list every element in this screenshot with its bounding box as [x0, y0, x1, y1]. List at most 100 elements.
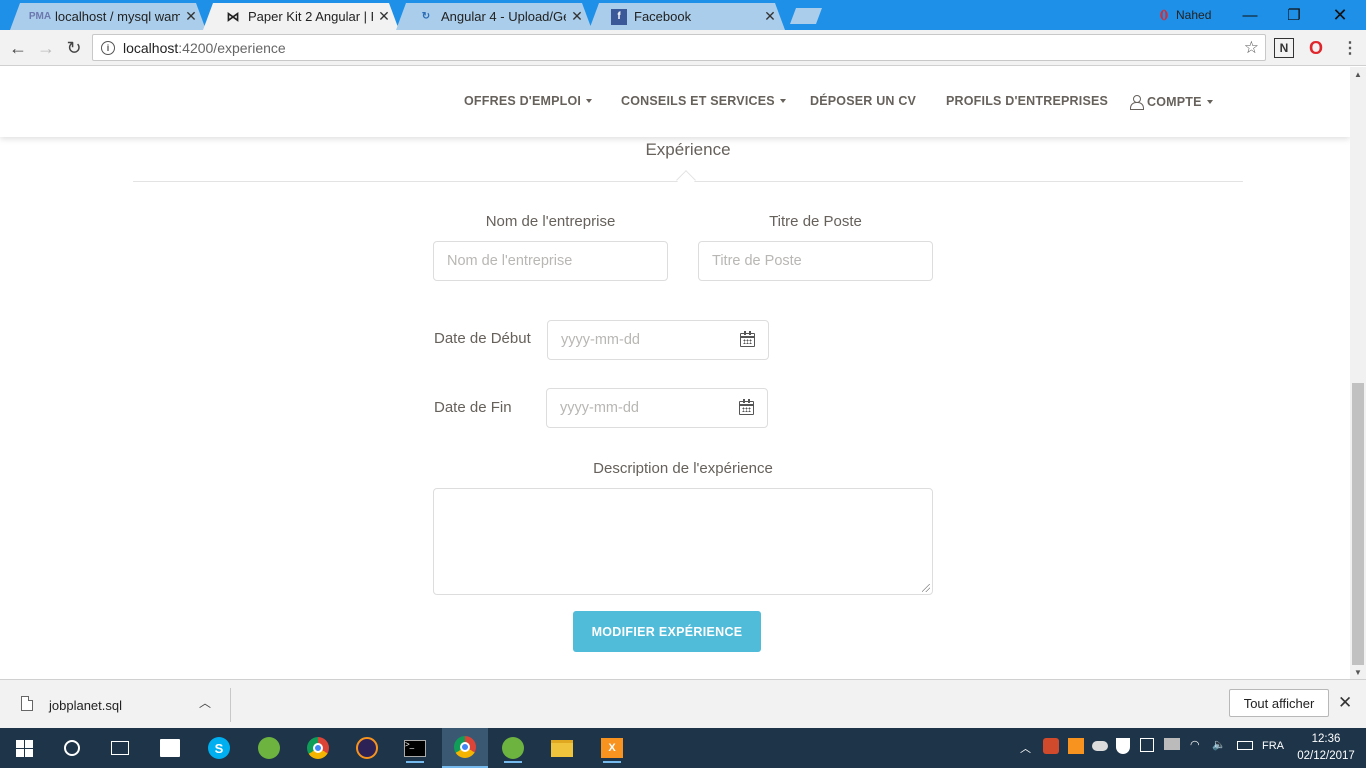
download-file-name[interactable]: jobplanet.sql — [49, 698, 122, 713]
scroll-down-icon[interactable]: ▼ — [1350, 665, 1366, 679]
caret-down-icon — [779, 98, 786, 103]
nav-label: COMPTE — [1147, 95, 1202, 109]
close-shelf-icon[interactable]: ✕ — [1338, 693, 1352, 713]
windows-start-icon[interactable] — [9, 733, 39, 763]
job-title-label: Titre de Poste — [769, 213, 862, 230]
nav-label: PROFILS D'ENTREPRISES — [946, 94, 1109, 108]
job-title-input[interactable]: Titre de Poste — [698, 241, 933, 281]
company-input[interactable]: Nom de l'entreprise — [433, 241, 668, 281]
tab-title: Angular 4 - Upload/Get I — [441, 9, 564, 24]
shield-icon[interactable] — [1116, 738, 1130, 754]
nav-conseils-services[interactable]: CONSEILS ET SERVICES — [621, 94, 786, 108]
divider-notch — [676, 170, 696, 190]
task-view-icon[interactable] — [105, 733, 135, 763]
monitor-icon[interactable] — [1164, 738, 1180, 750]
nav-compte[interactable]: COMPTE — [1130, 94, 1213, 110]
browser-toolbar: ← → ↻ i localhost:4200/experience ☆ N O … — [0, 30, 1366, 66]
visual-studio-icon[interactable]: X — [597, 733, 627, 763]
browser-tabstrip: PMA localhost / mysql wamps ✕ ⋈ Paper Ki… — [0, 0, 1366, 30]
skype-icon[interactable]: S — [204, 733, 234, 763]
modifier-experience-button[interactable]: MODIFIER EXPÉRIENCE — [573, 611, 761, 652]
nav-profils-entreprises[interactable]: PROFILS D'ENTREPRISES — [946, 94, 1108, 108]
chrome-active-icon[interactable] — [442, 728, 488, 768]
chrome-icon[interactable] — [303, 733, 333, 763]
forward-button[interactable]: → — [34, 36, 58, 60]
end-date-placeholder: yyyy-mm-dd — [560, 400, 639, 416]
close-icon[interactable]: ✕ — [570, 8, 584, 25]
nav-label: CONSEILS ET SERVICES — [621, 94, 775, 108]
page-scrollbar[interactable]: ▲ ▼ — [1350, 67, 1366, 679]
close-icon[interactable]: ✕ — [184, 8, 198, 25]
end-date-label: Date de Fin — [434, 399, 512, 416]
section-title: Expérience — [645, 140, 731, 159]
profile-icon: ⦅⦆ — [1160, 7, 1168, 21]
job-title-placeholder: Titre de Poste — [712, 253, 802, 269]
calendar-icon[interactable] — [740, 331, 755, 347]
tray-app-icon[interactable] — [1043, 738, 1059, 754]
scrollbar-thumb[interactable] — [1352, 383, 1364, 665]
file-explorer-icon[interactable] — [547, 733, 577, 763]
company-placeholder: Nom de l'entreprise — [447, 253, 573, 269]
download-shelf: jobplanet.sql ︿ Tout afficher ✕ — [0, 679, 1366, 728]
spring-tool-icon[interactable] — [498, 733, 528, 763]
store-icon[interactable] — [155, 733, 185, 763]
network-icon[interactable] — [1140, 738, 1154, 752]
restore-button[interactable]: ❐ — [1272, 0, 1316, 30]
description-label: Description de l'expérience — [593, 460, 773, 477]
close-icon[interactable]: ✕ — [377, 8, 391, 25]
search-icon[interactable] — [57, 733, 87, 763]
reload-button[interactable]: ↻ — [62, 36, 86, 60]
page-viewport: OFFRES D'EMPLOI CONSEILS ET SERVICES DÉP… — [0, 67, 1350, 679]
tab-title: Facebook — [634, 9, 692, 24]
calendar-icon[interactable] — [739, 399, 754, 415]
description-textarea[interactable] — [433, 488, 933, 595]
user-icon — [1130, 94, 1144, 110]
volume-icon[interactable]: 🔈 — [1212, 738, 1226, 751]
nav-deposer-cv[interactable]: DÉPOSER UN CV — [810, 94, 916, 108]
clock-date: 02/12/2017 — [1297, 750, 1355, 762]
tab-facebook[interactable]: f Facebook ✕ — [589, 3, 785, 30]
tab-title: localhost / mysql wamps — [55, 9, 180, 24]
tray-chevron-up-icon[interactable]: ︿ — [1020, 740, 1031, 756]
end-date-input[interactable]: yyyy-mm-dd — [546, 388, 768, 428]
show-all-button[interactable]: Tout afficher — [1229, 689, 1329, 717]
wifi-icon[interactable]: ◠ — [1190, 738, 1200, 751]
spring-icon[interactable] — [254, 733, 284, 763]
tab-angular-upload[interactable]: ↻ Angular 4 - Upload/Get I ✕ — [396, 3, 592, 30]
profile-name: Nahed — [1176, 7, 1212, 22]
file-icon — [21, 696, 33, 711]
opera-icon[interactable]: O — [1306, 38, 1326, 58]
url-text[interactable]: localhost:4200/experience — [123, 40, 1244, 56]
start-date-input[interactable]: yyyy-mm-dd — [547, 320, 769, 360]
divider — [230, 688, 231, 722]
nav-offres-emploi[interactable]: OFFRES D'EMPLOI — [464, 94, 593, 108]
battery-icon[interactable] — [1237, 738, 1253, 750]
cloud-icon[interactable] — [1092, 738, 1108, 751]
back-button[interactable]: ← — [6, 36, 30, 60]
chevron-up-icon[interactable]: ︿ — [199, 694, 211, 711]
minimize-button[interactable]: — — [1228, 0, 1272, 30]
scroll-up-icon[interactable]: ▲ — [1350, 67, 1366, 81]
terminal-icon[interactable]: >_ — [400, 733, 430, 763]
site-navbar: OFFRES D'EMPLOI CONSEILS ET SERVICES DÉP… — [0, 67, 1350, 137]
windows-taskbar: S >_ X ︿ ◠ 🔈 FRA 12:36 02/12/2017 — [0, 728, 1366, 768]
caret-down-icon — [1206, 99, 1213, 104]
new-tab-button[interactable] — [790, 8, 822, 24]
star-icon[interactable]: ☆ — [1244, 38, 1259, 58]
close-icon[interactable]: ✕ — [763, 8, 777, 25]
info-icon[interactable]: i — [101, 40, 115, 55]
tab-phpmyadmin[interactable]: PMA localhost / mysql wamps ✕ — [10, 3, 206, 30]
profile-button[interactable]: ⦅⦆ Nahed — [1160, 7, 1211, 22]
tray-app2-icon[interactable] — [1068, 738, 1084, 754]
language-indicator[interactable]: FRA — [1262, 740, 1284, 752]
menu-icon[interactable]: ⋮ — [1340, 38, 1360, 58]
tab-paper-kit[interactable]: ⋈ Paper Kit 2 Angular | Free ✕ — [203, 3, 399, 30]
extension-n-icon[interactable]: N — [1274, 38, 1294, 58]
address-bar[interactable]: i localhost:4200/experience ☆ — [92, 34, 1266, 61]
resize-grip-icon[interactable] — [922, 584, 930, 592]
eclipse-icon[interactable] — [352, 733, 382, 763]
nav-label: OFFRES D'EMPLOI — [464, 94, 582, 108]
clock[interactable]: 12:36 02/12/2017 — [1296, 731, 1356, 765]
nav-label: DÉPOSER UN CV — [810, 94, 917, 108]
close-window-button[interactable]: ✕ — [1318, 0, 1362, 30]
